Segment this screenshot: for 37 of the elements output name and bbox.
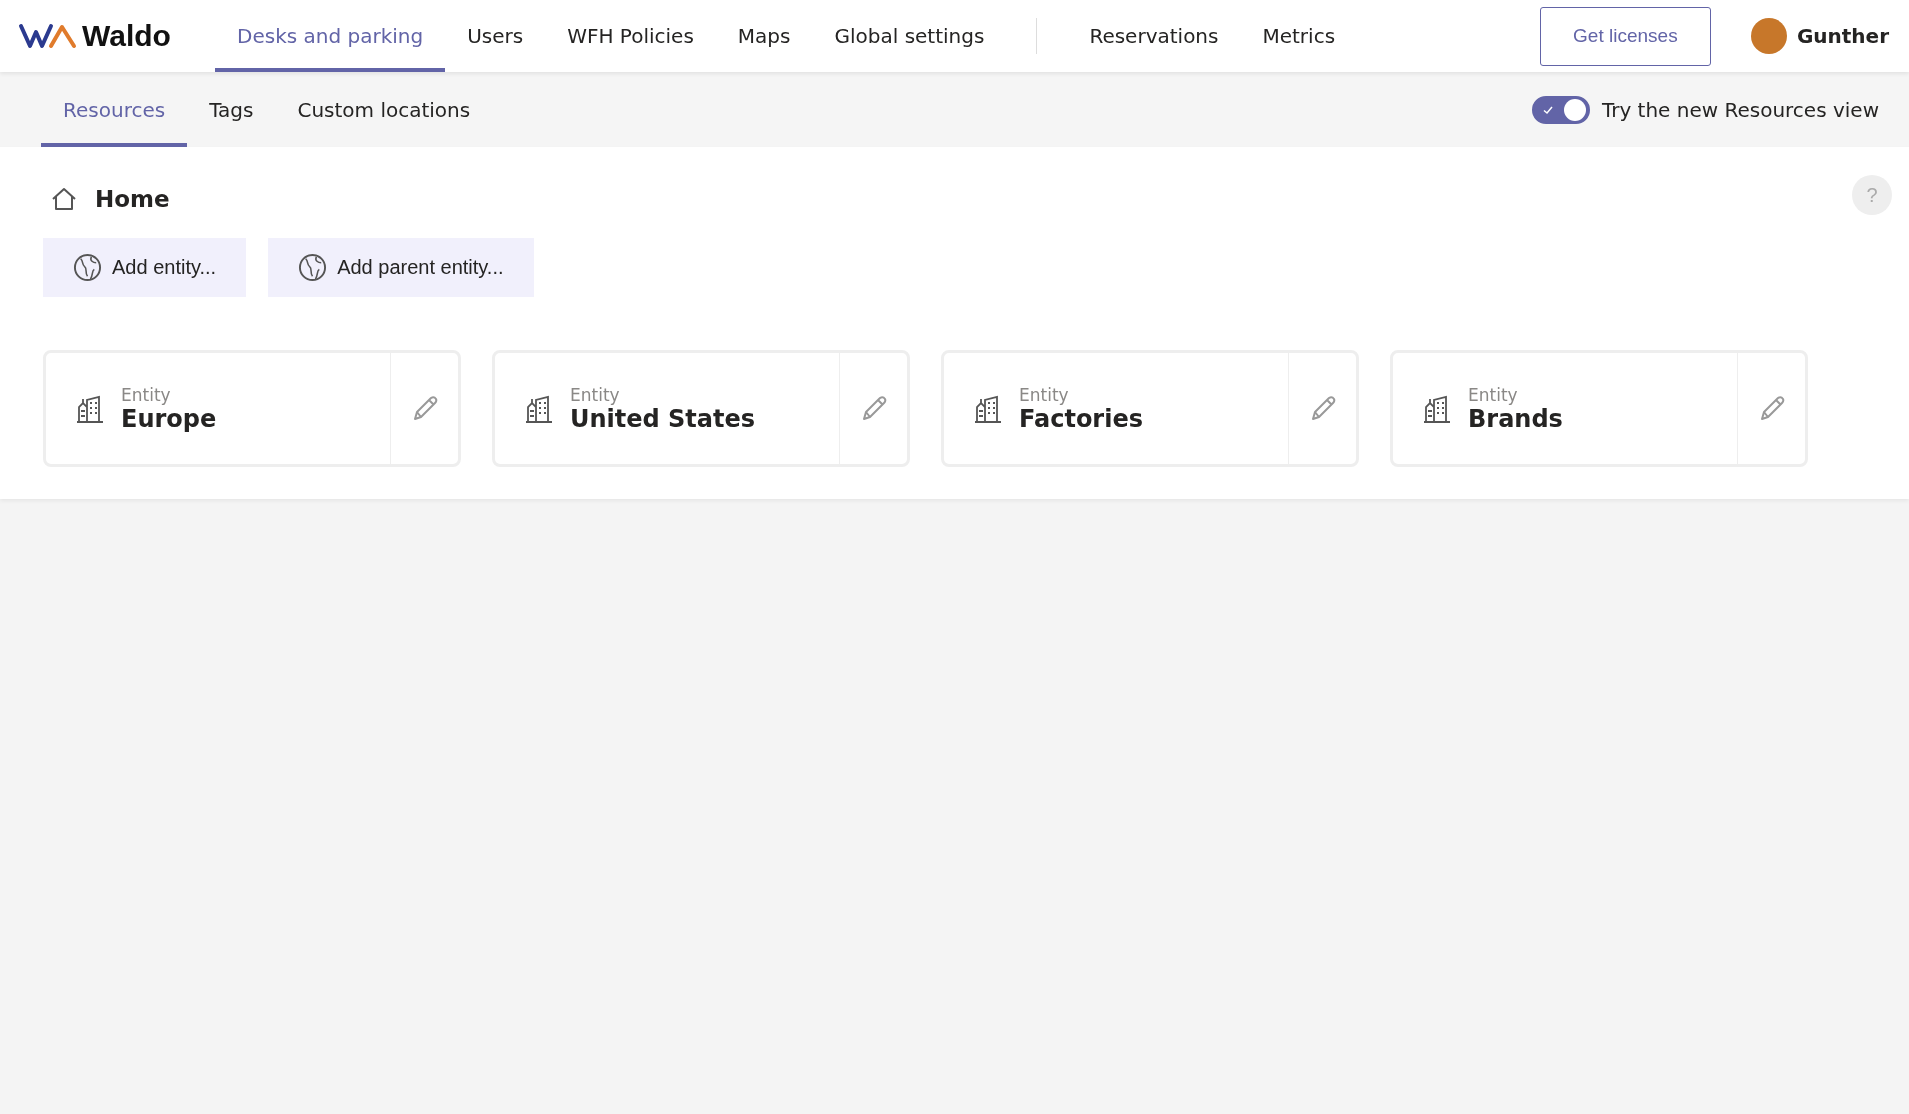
user-avatar[interactable] <box>1750 18 1787 54</box>
sub-tab[interactable]: Tags <box>187 72 276 147</box>
sub-tab[interactable]: Custom locations <box>275 72 493 147</box>
nav-tab[interactable]: WFH Policies <box>545 0 716 72</box>
globe-icon <box>298 253 328 282</box>
entity-type: Entity <box>121 384 172 405</box>
toggle-label: Try the new Resources view <box>1601 97 1879 122</box>
nav-tab[interactable]: Metrics <box>1240 0 1358 72</box>
entity-card[interactable]: Entity Factories <box>941 350 1359 467</box>
entity-type: Entity <box>1019 384 1070 405</box>
entity-name: Factories <box>1019 404 1143 433</box>
building-icon <box>524 393 554 424</box>
breadcrumb-home[interactable]: Home <box>95 186 170 212</box>
building-icon <box>973 393 1003 424</box>
entity-card[interactable]: Entity Europe <box>43 350 461 467</box>
entity-card[interactable]: Entity Brands <box>1390 350 1808 467</box>
home-icon <box>51 187 77 211</box>
entity-card[interactable]: Entity United States <box>492 350 910 467</box>
get-licenses-button[interactable]: Get licenses <box>1539 6 1711 66</box>
waldo-logo-icon <box>18 22 78 50</box>
building-icon <box>1422 393 1452 424</box>
nav-tab[interactable]: Maps <box>715 0 813 72</box>
entity-name: Europe <box>121 404 217 433</box>
globe-icon <box>73 253 102 282</box>
entity-name: United States <box>570 404 756 433</box>
entity-name: Brands <box>1468 404 1563 433</box>
add-entity-button[interactable]: Add entity... <box>43 238 247 297</box>
building-icon <box>75 393 105 424</box>
brand-name: Waldo <box>82 19 171 53</box>
nav-tab[interactable]: Reservations <box>1067 0 1241 72</box>
nav-tab[interactable]: Users <box>445 0 546 72</box>
entity-type: Entity <box>1468 384 1519 405</box>
entity-type: Entity <box>570 384 621 405</box>
nav-tab[interactable]: Global settings <box>812 0 1007 72</box>
add-entity-button[interactable]: Add parent entity... <box>268 238 534 297</box>
new-view-toggle[interactable] <box>1531 95 1590 124</box>
user-name[interactable]: Gunther <box>1796 24 1889 48</box>
